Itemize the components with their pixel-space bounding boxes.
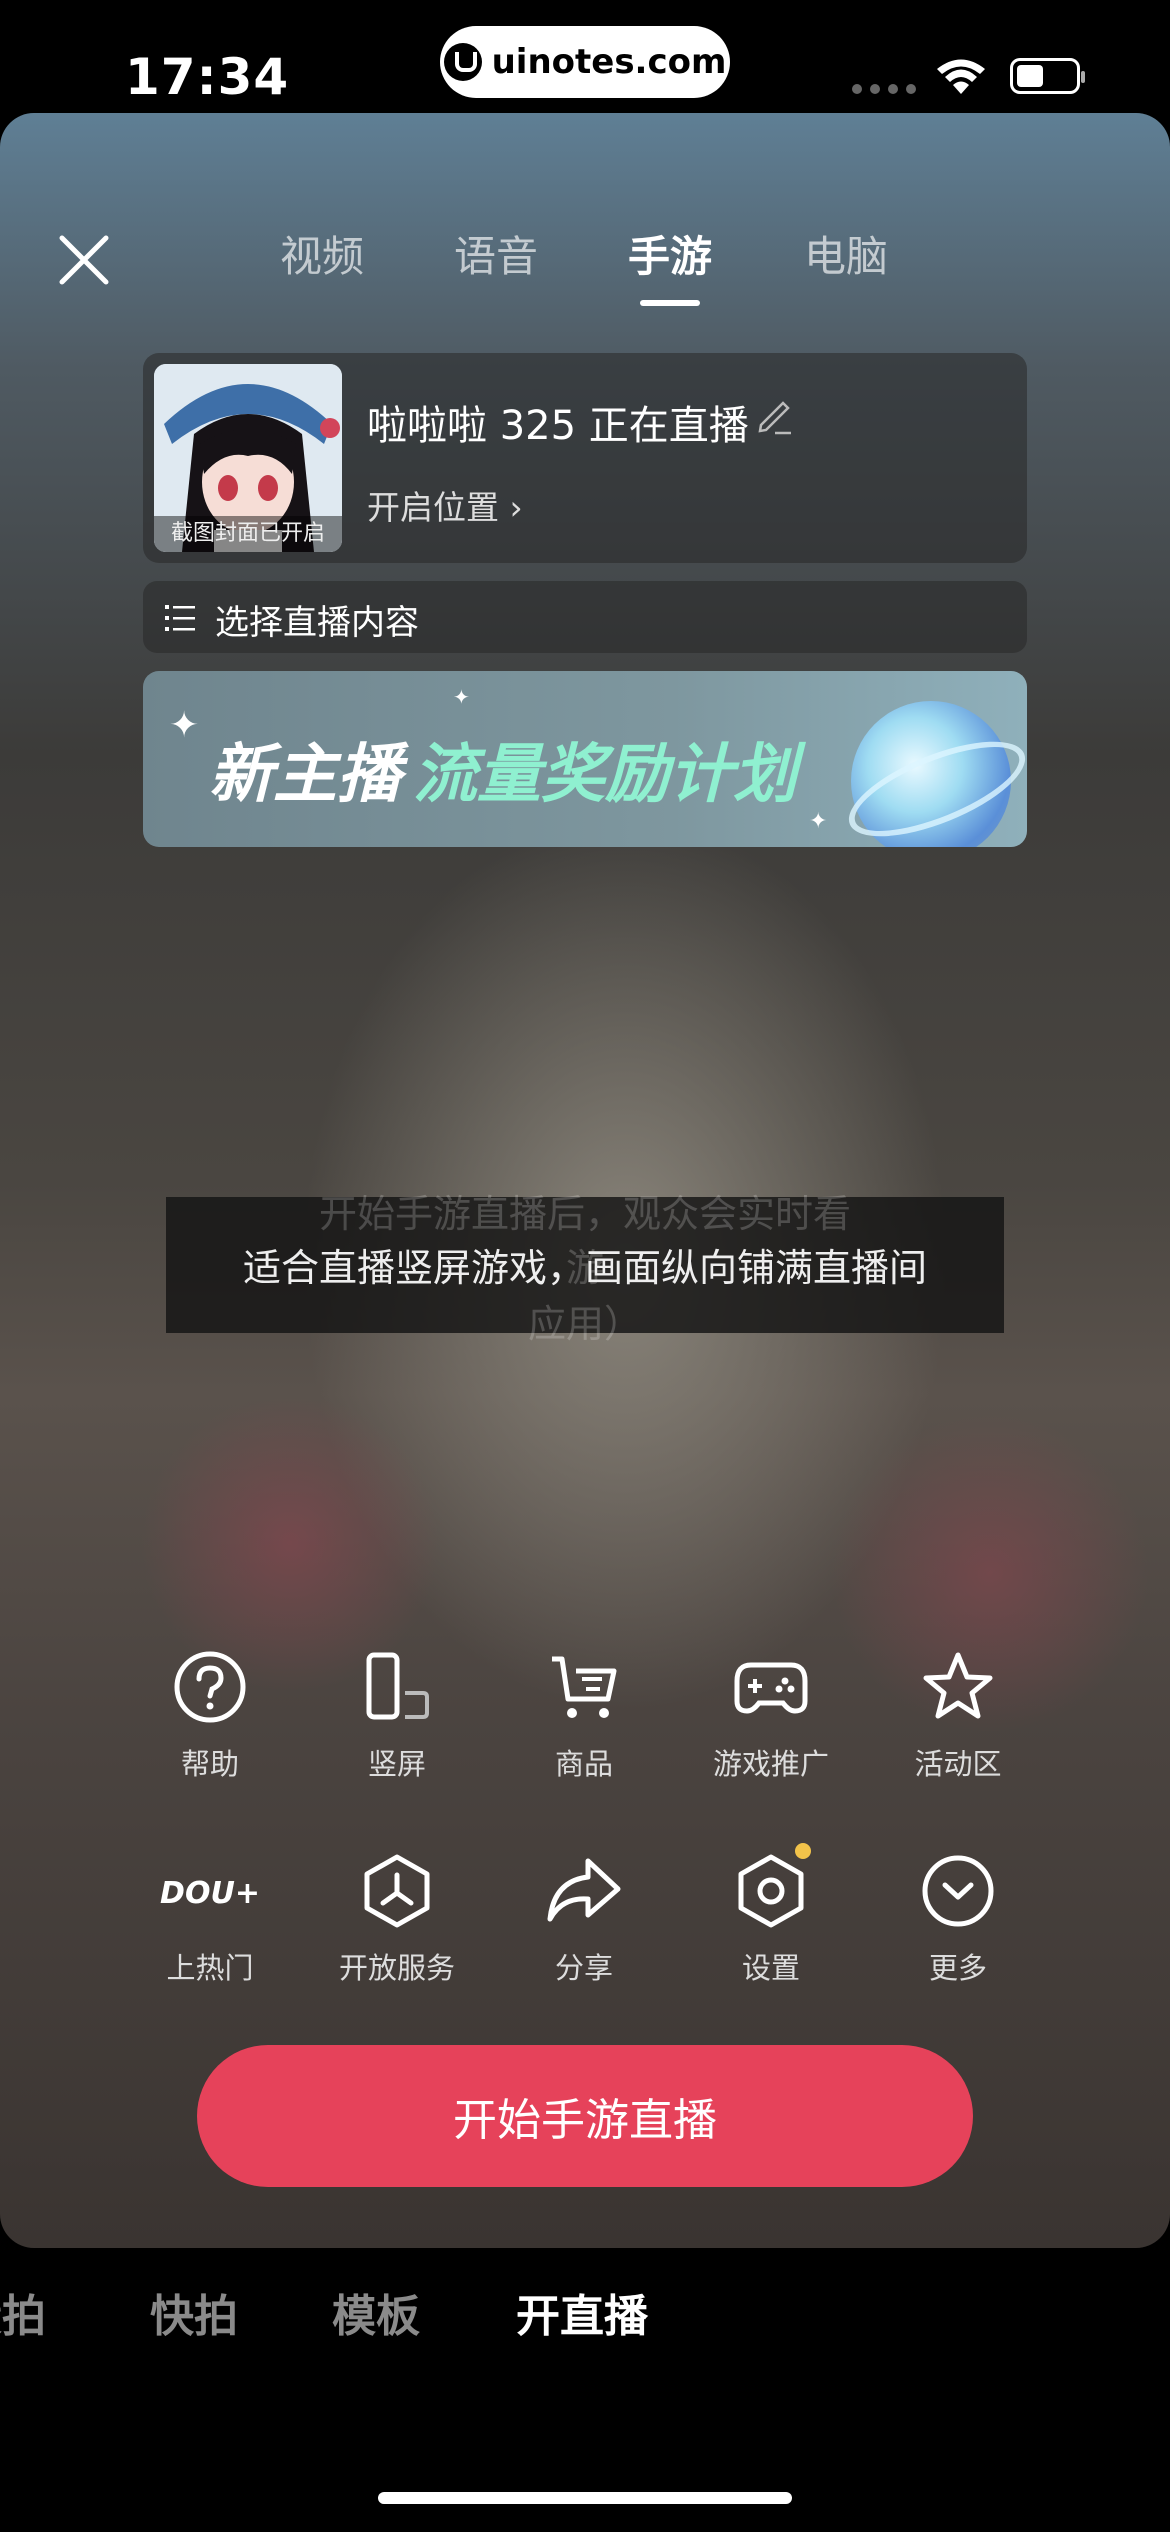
watermark-pill: uinotes.com (440, 26, 730, 98)
portrait-mode-button[interactable]: 竖屏 (307, 1649, 487, 1783)
open-service-icon (364, 1854, 430, 1928)
location-label: 开启位置 (367, 488, 499, 527)
sparkle-icon: ✦ (169, 705, 200, 746)
cart-icon (552, 1656, 617, 1718)
hint-message: 适合直播竖屏游戏，画面纵向铺满直播间 (242, 1246, 927, 1290)
help-icon (174, 1651, 246, 1723)
sparkle-icon: ✦ (453, 685, 470, 709)
hint-toast: 开始手游直播后，观众会实时看 游 应用） 适合直播竖屏游戏，画面纵向铺满直播间 (166, 1192, 1004, 1346)
settings-badge (795, 1843, 811, 1859)
game-promotion-button[interactable]: 游戏推广 (681, 1649, 861, 1783)
live-info-card: 截图封面已开启 啦啦啦 325 正在直播 开启位置 › (143, 353, 1027, 563)
hint-underlay-line1: 开始手游直播后，观众会实时看 (318, 1192, 851, 1236)
tab-voice[interactable]: 语音 (454, 223, 538, 284)
tab-go-live[interactable]: 开直播 (516, 2280, 648, 2344)
game-promotion-label: 游戏推广 (712, 1747, 829, 1781)
star-icon (923, 1652, 993, 1719)
start-live-button[interactable]: 开始手游直播 (197, 2045, 973, 2187)
select-content-label: 选择直播内容 (215, 603, 419, 643)
gamepad-icon (734, 1662, 808, 1714)
banner-title-white: 新主播 (209, 738, 401, 812)
location-toggle[interactable]: 开启位置 › (367, 481, 523, 529)
select-content-button[interactable]: 选择直播内容 (143, 581, 1027, 653)
help-button[interactable]: 帮助 (120, 1649, 300, 1783)
live-setup-sheet: 视频 语音 手游 电脑 截图封面已开启 啦啦啦 325 正在直播 开启位置 › … (0, 113, 1170, 2248)
tab-quick-shoot[interactable]: 快拍 (150, 2280, 238, 2344)
live-type-tabs: 视频 语音 手游 电脑 (0, 223, 1170, 306)
more-label: 更多 (928, 1951, 987, 1985)
tab-template[interactable]: 模板 (332, 2280, 420, 2344)
live-title[interactable]: 啦啦啦 325 正在直播 (367, 393, 749, 451)
help-label: 帮助 (180, 1747, 239, 1781)
more-button[interactable]: 更多 (868, 1853, 1048, 1987)
more-icon (922, 1855, 994, 1927)
tab-video[interactable]: 视频 (280, 223, 364, 284)
camera-mode-tabs: 段拍 快拍 模板 开直播 (0, 2280, 1170, 2370)
edit-pencil-icon[interactable] (755, 395, 795, 435)
list-icon (165, 605, 195, 631)
dou-plus-label: 上热门 (166, 1951, 254, 1985)
activity-zone-button[interactable]: 活动区 (868, 1649, 1048, 1783)
new-streamer-reward-banner[interactable]: ✦ ✦ ✦ 新主播 流量奖励计划 (143, 671, 1027, 847)
cover-caption: 截图封面已开启 (154, 516, 342, 552)
hint-underlay-line3: 应用） (527, 1302, 642, 1346)
activity-zone-label: 活动区 (914, 1747, 1002, 1781)
home-indicator[interactable] (378, 2492, 792, 2504)
portrait-label: 竖屏 (367, 1747, 426, 1781)
tab-pc[interactable]: 电脑 (804, 223, 888, 284)
chevron-right-icon: › (509, 488, 523, 527)
share-button[interactable]: 分享 (494, 1853, 674, 1987)
dou-plus-icon: DOU+ (160, 1876, 260, 1911)
watermark-text: uinotes.com (491, 42, 727, 82)
svg-text:DOU+: DOU+ (160, 1876, 260, 1911)
settings-label: 设置 (741, 1951, 800, 1985)
battery-icon (1010, 58, 1085, 94)
status-bar: 17:34 uinotes.com (0, 0, 1170, 115)
dou-plus-button[interactable]: DOU+ 上热门 (120, 1853, 300, 1987)
uinotes-logo-icon (443, 43, 482, 81)
wifi-icon (937, 59, 985, 94)
status-time: 17:34 (125, 48, 290, 106)
cover-image[interactable]: 截图封面已开启 (154, 364, 342, 552)
open-services-label: 开放服务 (338, 1951, 455, 1985)
products-button[interactable]: 商品 (494, 1649, 674, 1783)
settings-icon (738, 1854, 804, 1928)
share-icon (547, 1858, 621, 1922)
portrait-orientation-icon (366, 1652, 429, 1720)
sparkle-icon: ✦ (809, 809, 828, 834)
products-label: 商品 (554, 1747, 613, 1781)
open-services-button[interactable]: 开放服务 (307, 1853, 487, 1987)
banner-title-green: 流量奖励计划 (413, 738, 797, 812)
share-label: 分享 (554, 1951, 613, 1985)
signal-dots-icon (852, 84, 916, 94)
settings-button[interactable]: 设置 (681, 1843, 861, 1987)
tab-mobile-game[interactable]: 手游 (628, 223, 712, 306)
tab-segment-shoot[interactable]: 段拍 (0, 2280, 46, 2344)
